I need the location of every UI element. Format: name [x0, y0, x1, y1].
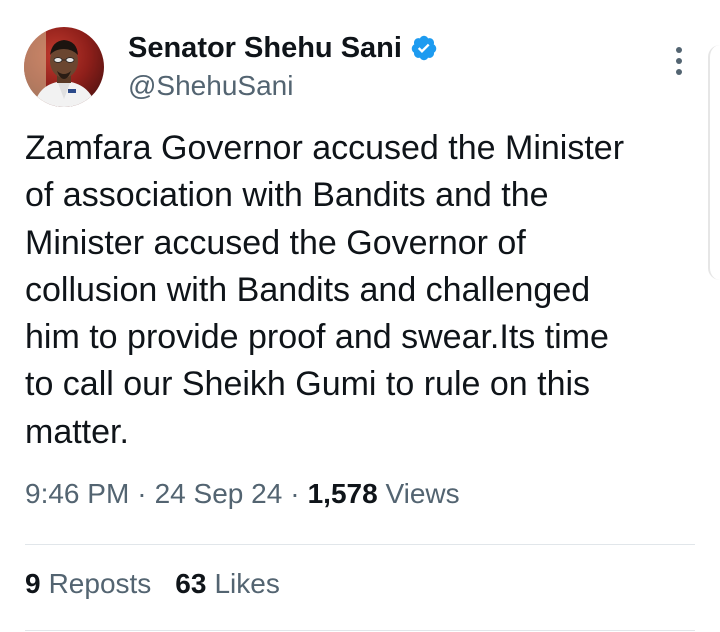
divider [25, 544, 695, 545]
likes-count: 63 [175, 568, 207, 599]
meta-separator: · [290, 478, 300, 509]
tweet-meta: 9:46 PM · 24 Sep 24 · 1,578 Views [25, 478, 460, 510]
views-count: 1,578 [307, 478, 378, 509]
tweet-text: Zamfara Governor accused the Minister of… [25, 129, 625, 451]
verified-badge-icon[interactable] [410, 34, 438, 62]
views-label: Views [385, 478, 460, 509]
author-handle[interactable]: @ShehuSani [128, 70, 293, 102]
likes-label: Likes [214, 568, 280, 599]
avatar-photo [24, 27, 104, 107]
adjacent-card-edge [708, 45, 720, 280]
tweet-time[interactable]: 9:46 PM [25, 478, 129, 509]
tweet-date[interactable]: 24 Sep 24 [155, 478, 283, 509]
meta-separator: · [137, 478, 147, 509]
more-vertical-icon[interactable] [666, 44, 692, 78]
reposts-label: Reposts [48, 568, 152, 599]
author-name-row[interactable]: Senator Shehu Sani [128, 28, 438, 68]
author-display-name[interactable]: Senator Shehu Sani [128, 32, 402, 65]
avatar[interactable] [24, 27, 104, 107]
likes-stat[interactable]: 63 Likes [175, 568, 280, 600]
engagement-stats: 9 Reposts 63 Likes [25, 568, 280, 600]
divider [25, 630, 695, 631]
tweet-card: Senator Shehu Sani @ShehuSani Zamfara Go… [0, 0, 720, 632]
reposts-stat[interactable]: 9 Reposts [25, 568, 151, 600]
reposts-count: 9 [25, 568, 41, 599]
